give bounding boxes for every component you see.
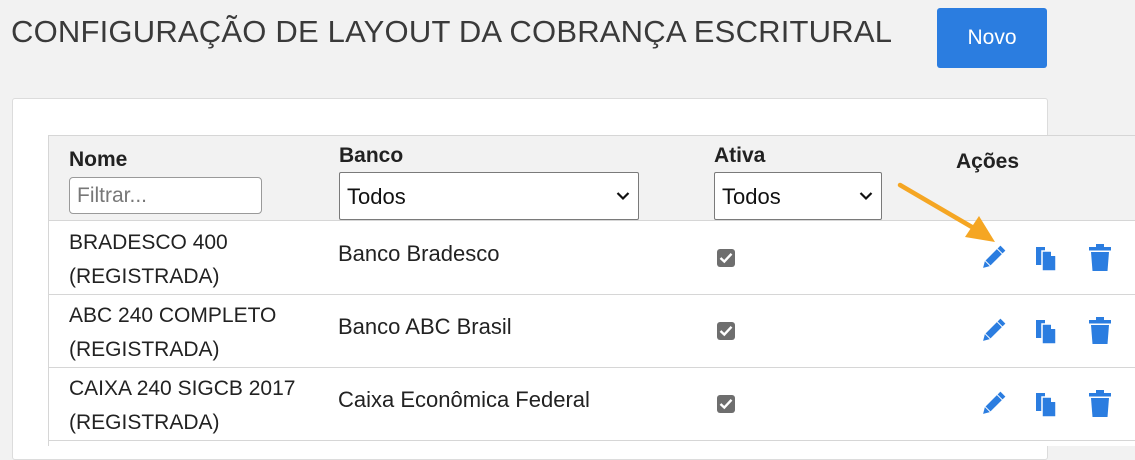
row-nome-line2: (REGISTRADA) — [69, 265, 220, 288]
annotation-arrow-icon — [897, 182, 995, 242]
row-nome-line1: CAIXA 240 SIGCB 2017 — [69, 377, 296, 400]
row-nome-line1: BRADESCO 400 — [69, 231, 228, 254]
row-banco: Banco Bradesco — [338, 241, 500, 266]
copy-icon[interactable] — [1032, 316, 1060, 346]
pencil-icon[interactable] — [979, 316, 1007, 346]
row-banco: Banco ABC Brasil — [338, 314, 512, 339]
row-ativa-checkbox — [717, 322, 735, 340]
table-row: ABC 240 COMPLETO (REGISTRADA) Banco ABC … — [49, 294, 1135, 368]
row-nome: CAIXA 240 SIGCB 2017 (REGISTRADA) — [69, 372, 329, 440]
row-nome-line1: ABC 240 COMPLETO — [69, 304, 277, 327]
table-row: CAIXA 240 SIGCB 2017 (REGISTRADA) Caixa … — [49, 367, 1135, 441]
copy-icon[interactable] — [1032, 389, 1060, 419]
column-header-nome: Nome — [69, 148, 128, 171]
trash-icon[interactable] — [1086, 243, 1114, 273]
row-ativa-checkbox — [717, 249, 735, 267]
copy-icon[interactable] — [1032, 243, 1060, 273]
banco-filter-select[interactable]: Todos — [339, 172, 639, 220]
row-ativa-checkbox — [717, 395, 735, 413]
row-nome: BRADESCO 400 (REGISTRADA) — [69, 226, 329, 294]
banco-filter-value: Todos — [347, 184, 406, 209]
ativa-filter-select[interactable]: Todos — [714, 172, 882, 220]
row-nome-line2: (REGISTRADA) — [69, 411, 220, 434]
row-nome: ABC 240 COMPLETO (REGISTRADA) — [69, 299, 329, 367]
column-header-ativa: Ativa — [714, 144, 766, 167]
ativa-filter-value: Todos — [722, 184, 781, 209]
chevron-down-icon — [859, 192, 873, 201]
trash-icon[interactable] — [1086, 316, 1114, 346]
page-title: CONFIGURAÇÃO DE LAYOUT DA COBRANÇA ESCRI… — [11, 14, 893, 49]
chevron-down-icon — [616, 192, 630, 201]
row-nome-line2: (REGISTRADA) — [69, 338, 220, 361]
column-header-acoes: Ações — [956, 150, 1020, 173]
pencil-icon[interactable] — [979, 389, 1007, 419]
new-button[interactable]: Novo — [937, 8, 1047, 68]
nome-filter-input[interactable] — [69, 177, 262, 214]
trash-icon[interactable] — [1086, 389, 1114, 419]
row-banco: Caixa Econômica Federal — [338, 387, 590, 412]
column-header-banco: Banco — [339, 144, 404, 167]
